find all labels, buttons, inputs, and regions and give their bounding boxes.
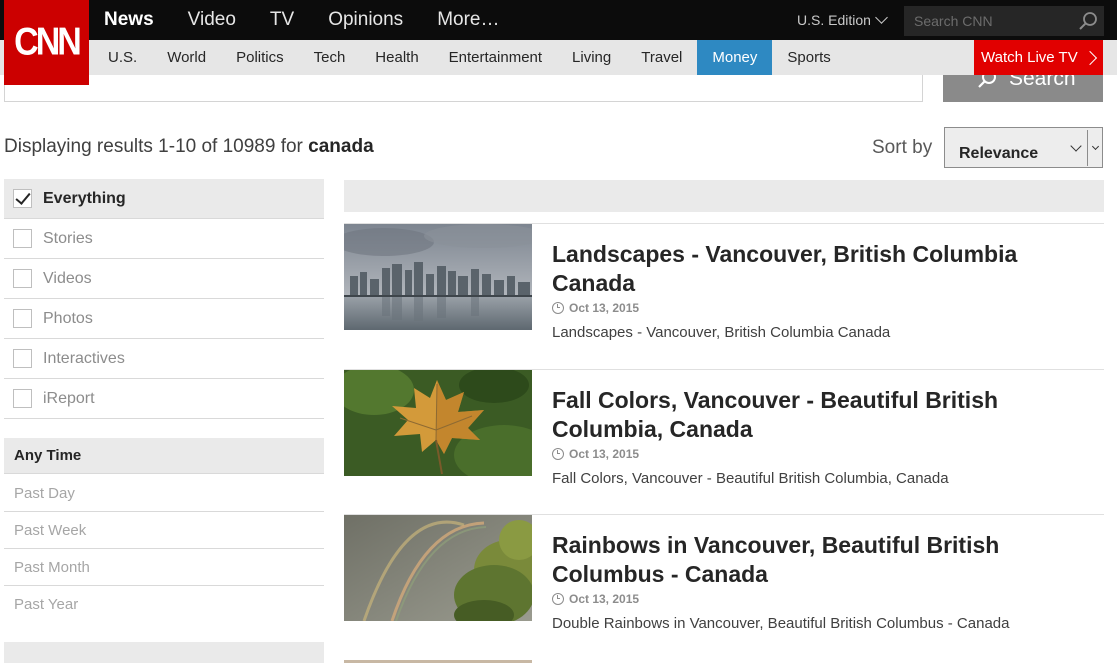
result-title[interactable]: Fall Colors, Vancouver - Beautiful Briti… [552,386,1092,444]
watch-live-button[interactable]: Watch Live TV [974,40,1103,75]
section-world[interactable]: World [152,40,221,75]
header-search-input[interactable] [904,13,1074,29]
clock-icon [552,302,564,314]
section-entertainment[interactable]: Entertainment [434,40,557,75]
double-rainbow-thumbnail[interactable] [344,515,532,621]
select-divider [1087,130,1088,166]
filter-label: Stories [43,229,93,247]
filter-label: Photos [43,309,93,327]
time-past-year[interactable]: Past Year [4,586,324,623]
section-nav: U.S. World Politics Tech Health Entertai… [93,40,846,75]
logo-text: CNN [14,20,82,64]
section-health[interactable]: Health [360,40,433,75]
checkbox[interactable] [13,389,32,408]
maple-leaf-thumbnail[interactable] [344,370,532,476]
nav-news[interactable]: News [104,9,154,31]
result-item: Fall Colors, Vancouver - Beautiful Briti… [344,369,1104,515]
filter-everything[interactable]: Everything [4,179,324,219]
search-icon[interactable] [1078,11,1098,31]
nav-video[interactable]: Video [188,9,236,31]
time-past-week[interactable]: Past Week [4,512,324,549]
result-date: Oct 13, 2015 [552,301,639,315]
section-living[interactable]: Living [557,40,626,75]
result-title[interactable]: Landscapes - Vancouver, British Columbia… [552,240,1092,298]
chevron-right-icon [1082,50,1097,65]
section-travel[interactable]: Travel [626,40,697,75]
time-past-day[interactable]: Past Day [4,475,324,512]
top-nav: News Video TV Opinions More… [104,0,533,40]
section-tech[interactable]: Tech [299,40,361,75]
results-summary-text: Displaying results 1-10 of 10989 for [4,136,303,157]
result-description: Landscapes - Vancouver, British Columbia… [552,324,891,341]
sort-value: Relevance [959,145,1039,162]
maple-leaf-image [344,370,532,476]
search-query: canada [308,136,374,157]
result-item: Landscapes - Vancouver, British Columbia… [344,223,1104,369]
results-header-bar [344,180,1104,212]
result-description: Double Rainbows in Vancouver, Beautiful … [552,615,1010,632]
time-past-month[interactable]: Past Month [4,549,324,586]
result-date: Oct 13, 2015 [552,592,639,606]
checkbox[interactable] [13,269,32,288]
filter-section-footer [4,642,324,663]
clock-icon [552,593,564,605]
section-sports[interactable]: Sports [772,40,845,75]
nav-tv[interactable]: TV [270,9,294,31]
result-date-text: Oct 13, 2015 [569,301,640,315]
clock-icon [552,448,564,460]
type-filters: Everything Stories Videos Photos Interac… [4,179,324,419]
result-description: Fall Colors, Vancouver - Beautiful Briti… [552,470,949,487]
search-button-label: Search [1009,75,1076,90]
search-button[interactable]: Search [943,75,1103,102]
result-title[interactable]: Rainbows in Vancouver, Beautiful British… [552,531,1092,589]
section-money[interactable]: Money [697,40,773,75]
result-item: Rainbows in Vancouver, Beautiful British… [344,514,1104,660]
filter-label: Videos [43,269,92,287]
cnn-logo[interactable]: CNN [4,0,89,85]
search-icon [978,75,996,88]
section-politics[interactable]: Politics [221,40,299,75]
time-filter-heading[interactable]: Any Time [4,438,324,474]
skyline-image [344,224,532,330]
nav-opinions[interactable]: Opinions [328,9,403,31]
checkbox-checked[interactable] [13,189,32,208]
result-date: Oct 13, 2015 [552,447,639,461]
filter-label: iReport [43,389,95,407]
chevron-down-icon [1091,142,1100,151]
filter-stories[interactable]: Stories [4,219,324,259]
filter-ireport[interactable]: iReport [4,379,324,419]
result-date-text: Oct 13, 2015 [569,447,640,461]
edition-selector[interactable]: U.S. Edition [797,0,888,40]
chevron-down-icon [1070,140,1082,152]
sort-label: Sort by [872,137,933,158]
chevron-down-icon [875,11,888,24]
filter-photos[interactable]: Photos [4,299,324,339]
result-date-text: Oct 13, 2015 [569,592,640,606]
filter-label: Interactives [43,349,125,367]
checkbox[interactable] [13,229,32,248]
results-summary: Displaying results 1-10 of 10989 for can… [4,136,374,158]
header-search [904,6,1104,36]
sort-select[interactable]: Relevance [944,127,1103,168]
vancouver-skyline-thumbnail[interactable] [344,224,532,330]
time-filters: Past Day Past Week Past Month Past Year [4,475,324,623]
nav-more[interactable]: More… [437,9,499,31]
rainbow-image [344,515,532,621]
filter-label: Everything [43,189,126,207]
checkbox[interactable] [13,349,32,368]
watch-live-label: Watch Live TV [981,49,1078,66]
filter-videos[interactable]: Videos [4,259,324,299]
checkbox[interactable] [13,309,32,328]
section-us[interactable]: U.S. [93,40,152,75]
search-input[interactable] [4,75,923,102]
edition-label: U.S. Edition [797,12,871,28]
filter-interactives[interactable]: Interactives [4,339,324,379]
